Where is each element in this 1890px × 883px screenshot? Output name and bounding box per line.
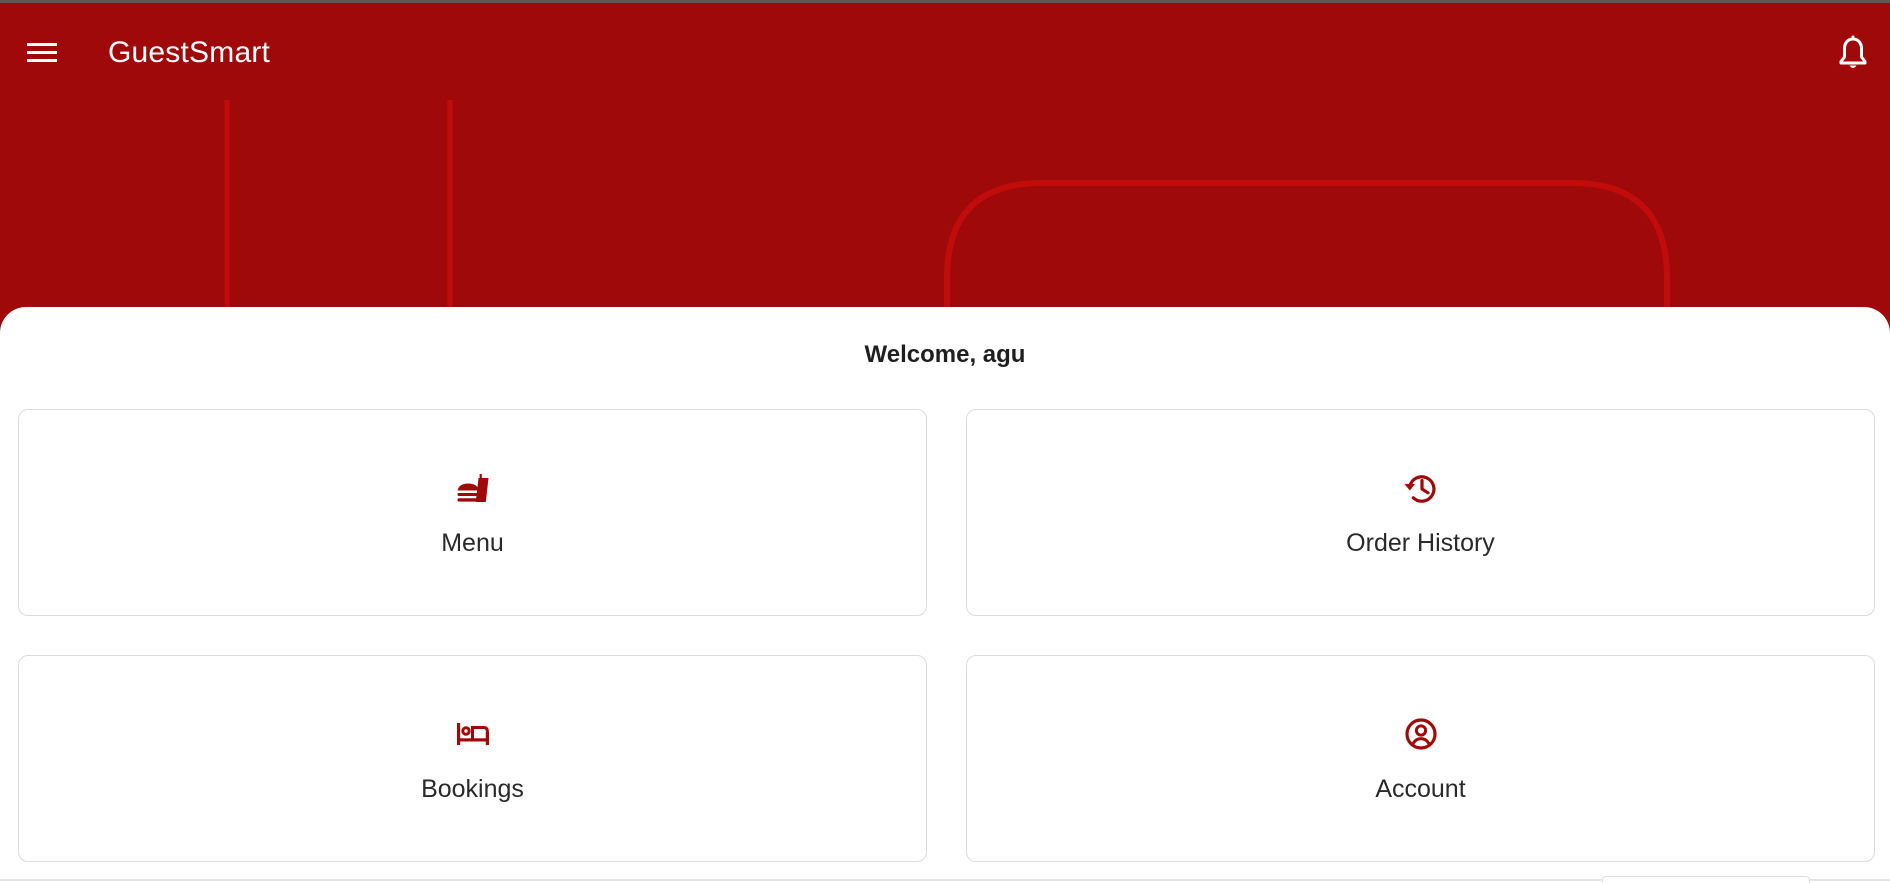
app-screen: GuestSmart Welcome, agu Menu Order Histo… [0,0,1890,883]
history-icon [1404,475,1436,503]
notifications-button[interactable] [1830,29,1876,77]
welcome-heading: Welcome, agu [864,341,1026,368]
account-card-label: Account [1375,775,1466,803]
hamburger-menu-icon [27,43,57,62]
bottom-tab-stub [1602,876,1810,883]
menu-button[interactable] [18,31,66,75]
order-history-card-label: Order History [1346,529,1495,557]
bookings-card-label: Bookings [421,775,524,803]
dashboard-panel: Welcome, agu Menu Order History Bookings… [0,307,1890,883]
bed-icon [456,723,489,745]
order-history-card[interactable]: Order History [966,409,1875,616]
menu-card[interactable]: Menu [18,409,927,616]
app-bar: GuestSmart [0,3,1890,99]
account-circle-icon [1404,718,1437,750]
fastfood-icon [457,474,488,502]
bookings-card[interactable]: Bookings [18,655,927,862]
app-title: GuestSmart [108,36,271,69]
menu-card-label: Menu [441,529,504,557]
account-card[interactable]: Account [966,655,1875,862]
bell-icon [1839,35,1867,68]
